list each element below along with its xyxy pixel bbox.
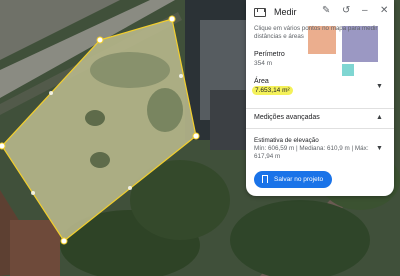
vertex[interactable] [96, 36, 104, 44]
chevron-down-icon[interactable]: ▼ [376, 83, 383, 90]
minimize-icon[interactable]: – [362, 6, 368, 16]
perimeter-label: Perímetro [254, 51, 285, 58]
elevation-block: Estimativa de elevação Mín: 606,59 m | M… [254, 137, 374, 161]
color-swatch-cyan[interactable] [342, 64, 354, 76]
midpoint-handle[interactable] [49, 91, 53, 95]
ruler-icon [254, 8, 266, 17]
advanced-measurements-label[interactable]: Medições avançadas [254, 114, 320, 121]
vertex[interactable] [0, 142, 6, 150]
perimeter-value: 354 m [254, 60, 273, 67]
refresh-icon[interactable]: ↺ [342, 6, 350, 16]
panel-title: Medir [274, 7, 297, 17]
midpoint-handle[interactable] [31, 191, 35, 195]
bookmark-icon [262, 175, 268, 183]
measure-hint: Clique em vários pontos no mapa para med… [254, 25, 378, 40]
elevation-value: Mín: 606,59 m | Mediana: 610,9 m | Máx: … [254, 145, 369, 160]
elevation-label: Estimativa de elevação [254, 137, 319, 144]
edit-icon[interactable]: ✎ [322, 6, 330, 16]
area-label: Área [254, 78, 269, 85]
vertex[interactable] [192, 132, 200, 140]
save-to-project-button[interactable]: Salvar no projeto [254, 171, 332, 188]
chevron-down-icon[interactable]: ▼ [376, 145, 383, 152]
divider [246, 128, 394, 129]
save-button-label: Salvar no projeto [274, 176, 324, 183]
midpoint-handle[interactable] [179, 74, 183, 78]
chevron-up-icon[interactable]: ▲ [376, 114, 383, 121]
divider [246, 108, 394, 109]
measure-panel: Medir ✎ ↺ – ✕ Clique em vários pontos no… [246, 0, 394, 196]
midpoint-handle[interactable] [128, 186, 132, 190]
close-icon[interactable]: ✕ [380, 6, 388, 16]
panel-header: Medir ✎ ↺ – ✕ [246, 0, 394, 26]
vertex[interactable] [168, 15, 176, 23]
area-value: 7.653,14 m² [252, 86, 293, 95]
vertex[interactable] [60, 237, 68, 245]
